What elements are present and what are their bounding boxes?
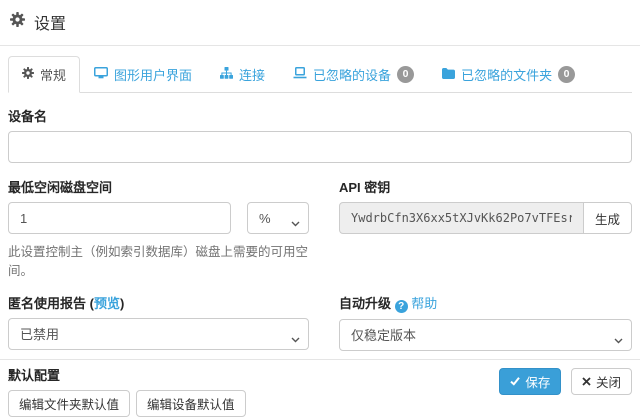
question-circle-icon: ? [395, 300, 408, 313]
tab-label: 连接 [239, 65, 265, 84]
usage-report-select[interactable]: 已禁用 [8, 318, 309, 350]
ignored-folders-count-badge: 0 [558, 66, 575, 83]
min-disk-free-label: 最低空闲磁盘空间 [8, 177, 309, 196]
sitemap-icon [220, 67, 233, 82]
close-button-label: 关闭 [596, 372, 621, 391]
generate-button-label: 生成 [595, 209, 620, 228]
folder-icon [442, 67, 455, 82]
desktop-icon [94, 67, 108, 82]
settings-tabs: 常规 图形用户界面 连接 [8, 56, 632, 93]
gear-icon [22, 67, 34, 82]
tab-label: 图形用户界面 [114, 65, 192, 84]
generate-api-key-button[interactable]: 生成 [583, 202, 632, 234]
device-name-label: 设备名 [8, 106, 632, 125]
close-icon [582, 375, 591, 389]
close-button[interactable]: 关闭 [571, 368, 632, 395]
paren-close: ) [120, 296, 124, 311]
modal-footer: 保存 关闭 [0, 359, 640, 403]
device-name-input[interactable] [8, 131, 632, 163]
api-key-group: API 密钥 生成 [339, 177, 632, 234]
save-button[interactable]: 保存 [499, 368, 561, 395]
tab-connections[interactable]: 连接 [206, 56, 279, 93]
api-key-input [339, 202, 584, 234]
min-disk-free-help: 此设置控制主（例如索引数据库）磁盘上需要的可用空间。 [8, 241, 309, 279]
usage-report-group: 匿名使用报告 (预览) 已禁用 [8, 293, 309, 350]
auto-upgrade-help-link[interactable]: 帮助 [411, 296, 437, 311]
gear-icon [10, 12, 25, 32]
laptop-icon [293, 67, 307, 82]
ignored-devices-count-badge: 0 [397, 66, 414, 83]
tab-label: 已忽略的文件夹 [461, 65, 552, 84]
tab-general[interactable]: 常规 [8, 56, 80, 93]
tab-gui[interactable]: 图形用户界面 [80, 56, 206, 93]
usage-report-preview-link[interactable]: 预览 [94, 296, 120, 311]
tab-ignored-devices[interactable]: 已忽略的设备 0 [279, 56, 428, 93]
save-button-label: 保存 [525, 372, 550, 391]
page-title-text: 设置 [34, 10, 66, 34]
api-key-label: API 密钥 [339, 177, 632, 196]
min-disk-free-group: 最低空闲磁盘空间 % 此设置控制主（例如索引数据库）磁盘上需要的可用空间。 [8, 177, 309, 279]
usage-report-label: 匿名使用报告 [8, 296, 86, 311]
auto-upgrade-group: 自动升级 ? 帮助 仅稳定版本 [339, 293, 632, 351]
modal-header: 设置 [0, 0, 640, 46]
device-name-group: 设备名 [8, 106, 632, 163]
min-disk-free-input[interactable] [8, 202, 231, 234]
auto-upgrade-select[interactable]: 仅稳定版本 [339, 319, 632, 351]
auto-upgrade-label: 自动升级 [339, 296, 391, 311]
min-disk-free-unit-select[interactable]: % [247, 202, 309, 234]
check-icon [510, 375, 520, 389]
tab-label: 常规 [40, 65, 66, 84]
page-title: 设置 [10, 10, 630, 34]
tab-label: 已忽略的设备 [313, 65, 391, 84]
tab-ignored-folders[interactable]: 已忽略的文件夹 0 [428, 56, 589, 93]
